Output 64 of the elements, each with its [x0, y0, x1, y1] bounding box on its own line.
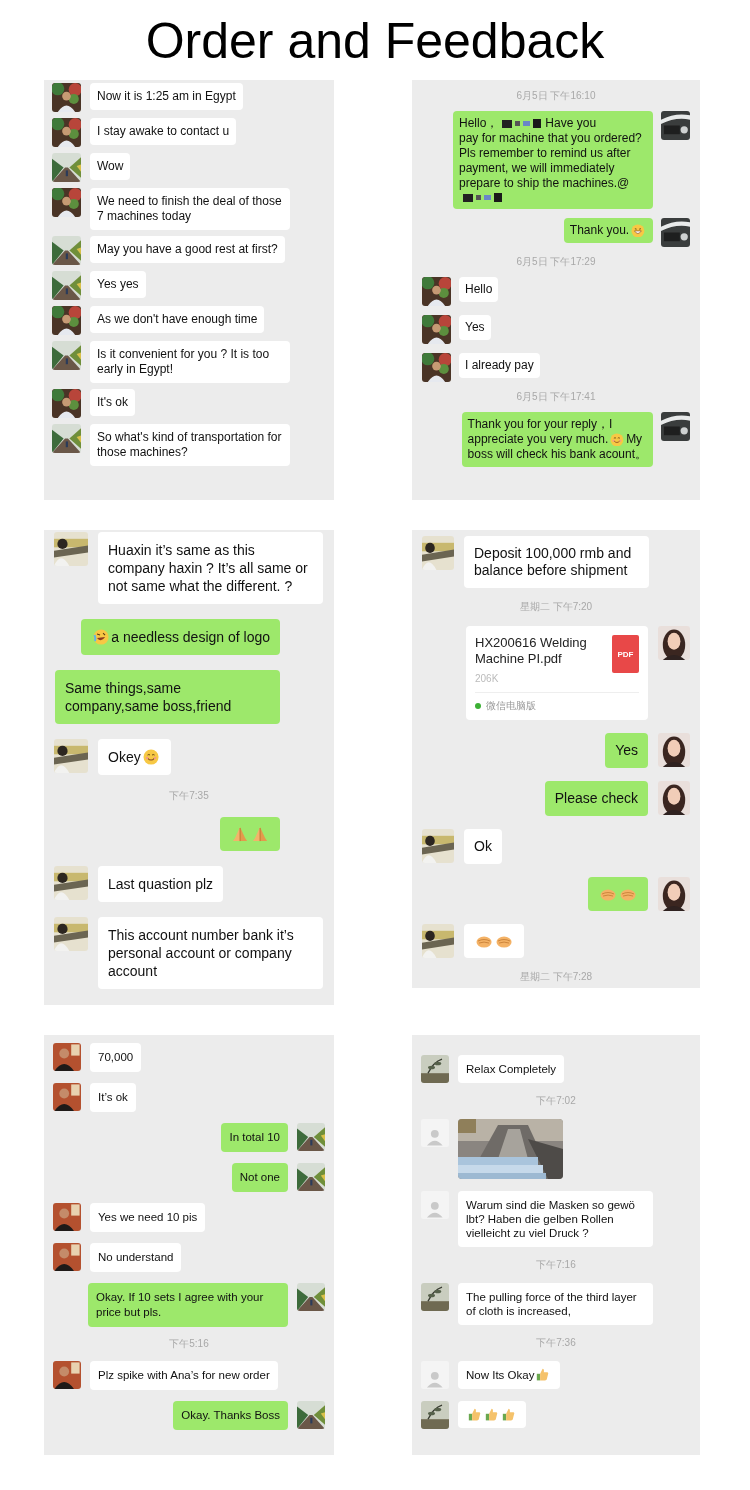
redaction-mark — [502, 119, 542, 128]
message-text: Huaxin it’s same as this company haxin ? It’s all same or not same what the different. ? — [108, 542, 308, 594]
thumbs-up-icon — [468, 1408, 482, 1422]
laughing-face-icon — [93, 628, 110, 646]
file-name: HX200616 Welding Machine PI.pdf — [475, 635, 588, 667]
message-text: We need to finish the deal of those 7 machines today — [97, 194, 282, 223]
thumbs-up-icon — [536, 1368, 550, 1382]
message-text: It's ok — [97, 395, 128, 409]
source-label: 微信电脑版 — [486, 699, 536, 713]
message-text: Now it is 1:25 am in Egypt — [97, 89, 236, 103]
message-text: My — [626, 432, 643, 447]
message-text: This account number bank it’s personal account or company account — [108, 927, 294, 980]
message-text: Thank you. — [569, 223, 630, 238]
file-card[interactable]: HX200616 Welding Machine PI.pdf 206K PDF 微信电脑版 — [466, 626, 648, 720]
message-text: Relax Completely — [466, 1063, 557, 1075]
message-text: Yes — [465, 320, 485, 334]
message-text: Thank you for your reply，I — [467, 417, 613, 432]
message-text: boss will check his bank acount。 — [467, 447, 647, 462]
message-text: May you have a good rest at first? — [97, 242, 278, 256]
message-text: Yes we need 10 pis — [98, 1211, 198, 1223]
message-text: Last quastion plz — [108, 876, 214, 893]
message-text: Okay. If 10 sets I agree with your price but pls. — [96, 1291, 264, 1318]
message-text: Hello， — [459, 116, 499, 131]
message-text: Okey — [108, 748, 141, 766]
app-icon — [475, 702, 481, 709]
message-text: Deposit 100,000 rmb and balance before shipment — [474, 545, 632, 578]
message-text: No understand — [98, 1251, 174, 1263]
smiley-icon — [142, 748, 159, 766]
message-text: I already pay — [465, 358, 534, 372]
message-text: The pulling force of the third layer of cloth is increased, — [466, 1291, 637, 1317]
avatar-icon — [421, 1361, 449, 1389]
message-text: appreciate you very much. — [467, 432, 609, 447]
message-text: So what's kind of transportation for those machines? — [97, 430, 282, 459]
message-text: Okay. Thanks Boss — [181, 1409, 280, 1421]
message-text: It’s ok — [98, 1091, 128, 1103]
message-text: Warum sind die Masken so gewö lbt? Haben die gelben Rollen vielleicht zu viel Druck ? — [466, 1199, 635, 1239]
thumbs-up-icon — [485, 1408, 499, 1422]
message-text: a needless design of logo — [111, 628, 270, 646]
message-text: Yes — [615, 742, 638, 758]
file-size: 206K — [475, 672, 500, 686]
message-text: Yes yes — [97, 277, 139, 291]
message-text: 70,000 — [98, 1051, 134, 1063]
message-text: As we don't have enough time — [97, 312, 258, 326]
message-text: pay for machine that you ordered? Pls remember to remind us after payment, we will immediately prepare to ship the machines.@ — [459, 131, 643, 191]
message-text: Ok — [474, 838, 492, 854]
message-text: Plz spike with Ana’s for new order — [98, 1369, 270, 1381]
thumbs-up-icon — [502, 1408, 516, 1422]
message-text: Is it convenient for you ? It is too early in Egypt! — [97, 347, 270, 376]
avatar-icon — [421, 1191, 449, 1219]
pdf-file-icon: PDF — [612, 635, 639, 673]
message-text: Please check — [554, 790, 638, 806]
smiley-icon — [610, 432, 625, 447]
page-title: Order and Feedback — [145, 16, 605, 66]
message-text: Not one — [239, 1171, 280, 1183]
avatar-icon — [421, 1119, 449, 1147]
message-text: In total 10 — [229, 1131, 280, 1143]
message-text: Wow — [97, 159, 124, 173]
message-text: Hello — [465, 282, 493, 296]
message-text: Have you — [545, 116, 597, 131]
grinning-face-icon — [631, 223, 645, 238]
message-text: I stay awake to contact u — [97, 124, 230, 138]
redaction-mark — [463, 193, 502, 202]
message-text: Same things,same company,same boss,friend — [65, 680, 232, 714]
message-text: Now Its Okay — [466, 1368, 535, 1382]
